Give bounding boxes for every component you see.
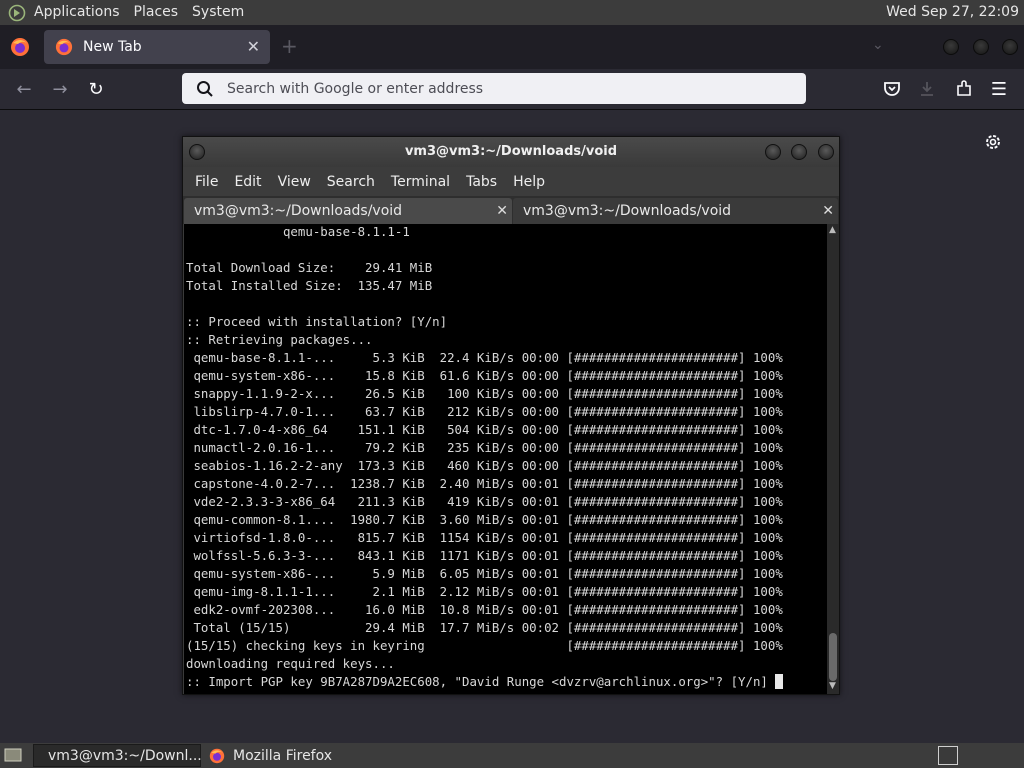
new-tab-button[interactable]: + <box>281 34 298 58</box>
terminal-line: wolfssl-5.6.3-3-... 843.1 KiB 1171 KiB/s… <box>186 548 783 563</box>
close-icon[interactable]: ✕ <box>496 198 508 224</box>
scrollbar-thumb[interactable] <box>829 633 837 681</box>
terminal-maximize-button[interactable] <box>791 144 807 160</box>
terminal-line: qemu-img-8.1.1-1... 2.1 MiB 2.12 MiB/s 0… <box>186 584 783 599</box>
maximize-window-button[interactable] <box>973 39 989 55</box>
forward-button[interactable]: → <box>50 79 70 100</box>
terminal-tab-2[interactable]: vm3@vm3:~/Downloads/void ✕ <box>513 198 838 224</box>
terminal-line: libslirp-4.7.0-1... 63.7 KiB 212 KiB/s 0… <box>186 404 783 419</box>
places-menu[interactable]: Places <box>127 0 186 25</box>
tab-new-tab[interactable]: New Tab ✕ <box>44 30 270 64</box>
terminal-output[interactable]: qemu-base-8.1.1-1 Total Download Size: 2… <box>184 224 827 694</box>
close-icon[interactable]: ✕ <box>822 198 834 224</box>
taskbar-item-firefox[interactable]: Mozilla Firefox <box>203 744 373 767</box>
terminal-tab-1[interactable]: vm3@vm3:~/Downloads/void ✕ <box>184 198 512 224</box>
terminal-tab-label: vm3@vm3:~/Downloads/void <box>194 203 403 219</box>
taskbar-item-label: vm3@vm3:~/Downl... <box>48 747 202 764</box>
terminal-line: qemu-common-8.1.... 1980.7 KiB 3.60 MiB/… <box>186 512 783 527</box>
terminal-line: qemu-system-x86-... 15.8 KiB 61.6 KiB/s … <box>186 368 783 383</box>
terminal-line: qemu-base-8.1.1-... 5.3 KiB 22.4 KiB/s 0… <box>186 350 783 365</box>
menu-view[interactable]: View <box>270 174 319 190</box>
gear-icon[interactable] <box>983 132 1003 152</box>
terminal-window: vm3@vm3:~/Downloads/void File Edit View … <box>182 136 840 695</box>
terminal-line: (15/15) checking keys in keyring [######… <box>186 638 783 653</box>
navigation-toolbar: ← → ↻ ☰ <box>0 69 1024 110</box>
terminal-line: virtiofsd-1.8.0-... 815.7 KiB 1154 KiB/s… <box>186 530 783 545</box>
terminal-tab-bar: vm3@vm3:~/Downloads/void ✕ vm3@vm3:~/Dow… <box>183 196 839 224</box>
terminal-cursor <box>775 674 784 689</box>
taskbar-item-label: Mozilla Firefox <box>233 747 333 764</box>
terminal-line: dtc-1.7.0-4-x86_64 151.1 KiB 504 KiB/s 0… <box>186 422 783 437</box>
window-menu-button[interactable] <box>189 144 205 160</box>
clock[interactable]: Wed Sep 27, 22:09 <box>886 0 1019 25</box>
distro-logo-icon[interactable] <box>7 4 27 22</box>
menu-help[interactable]: Help <box>505 174 553 190</box>
terminal-line: :: Proceed with installation? [Y/n] <box>186 314 448 329</box>
terminal-line: Total Download Size: 29.41 MiB <box>186 260 433 275</box>
terminal-line: :: Import PGP key 9B7A287D9A2EC608, "Dav… <box>186 674 776 689</box>
downloads-icon[interactable] <box>918 80 936 98</box>
terminal-line: Total Installed Size: 135.47 MiB <box>186 278 433 293</box>
workspace-switcher[interactable] <box>938 746 958 765</box>
extensions-icon[interactable] <box>955 80 973 98</box>
terminal-close-button[interactable] <box>818 144 834 160</box>
terminal-line: downloading required keys... <box>186 656 395 671</box>
show-desktop-icon[interactable] <box>4 747 22 763</box>
terminal-title: vm3@vm3:~/Downloads/void <box>404 144 618 159</box>
menu-file[interactable]: File <box>187 174 226 190</box>
taskbar-item-terminal[interactable]: vm3@vm3:~/Downl... <box>33 744 202 767</box>
terminal-line: qemu-system-x86-... 5.9 MiB 6.05 MiB/s 0… <box>186 566 783 581</box>
back-button[interactable]: ← <box>14 79 34 100</box>
menu-terminal[interactable]: Terminal <box>383 174 458 190</box>
terminal-line: Total (15/15) 29.4 MiB 17.7 MiB/s 00:02 … <box>186 620 783 635</box>
search-icon <box>197 80 213 97</box>
firefox-view-icon[interactable] <box>10 37 30 57</box>
scroll-down-icon[interactable]: ▼ <box>829 681 836 691</box>
pocket-icon[interactable] <box>883 80 901 98</box>
system-menu[interactable]: System <box>185 0 251 25</box>
close-tab-icon[interactable]: ✕ <box>247 37 260 56</box>
close-window-button[interactable] <box>1002 39 1018 55</box>
firefox-icon <box>55 38 73 56</box>
terminal-scrollbar[interactable]: ▲ ▼ <box>827 224 839 694</box>
terminal-line: snappy-1.1.9-2-x... 26.5 KiB 100 KiB/s 0… <box>186 386 783 401</box>
terminal-line: qemu-base-8.1.1-1 <box>186 224 410 239</box>
firefox-icon <box>209 748 225 763</box>
terminal-line: seabios-1.16.2-2-any 173.3 KiB 460 KiB/s… <box>186 458 783 473</box>
terminal-line: edk2-ovmf-202308... 16.0 MiB 10.8 MiB/s … <box>186 602 783 617</box>
terminal-line: capstone-4.0.2-7... 1238.7 KiB 2.40 MiB/… <box>186 476 783 491</box>
top-panel: Applications Places System Wed Sep 27, 2… <box>0 0 1024 25</box>
terminal-menubar: File Edit View Search Terminal Tabs Help <box>183 167 839 196</box>
url-bar[interactable] <box>182 73 806 104</box>
terminal-line: :: Retrieving packages... <box>186 332 373 347</box>
browser-tab-strip: New Tab ✕ + ⌄ <box>0 25 1024 69</box>
tab-label: New Tab <box>83 39 142 55</box>
terminal-text: qemu-base-8.1.1-1 Total Download Size: 2… <box>184 224 827 691</box>
list-all-tabs-icon[interactable]: ⌄ <box>872 37 884 53</box>
terminal-titlebar[interactable]: vm3@vm3:~/Downloads/void <box>183 137 839 167</box>
terminal-line: vde2-2.3.3-3-x86_64 211.3 KiB 419 KiB/s … <box>186 494 783 509</box>
menu-edit[interactable]: Edit <box>226 174 269 190</box>
terminal-tab-label: vm3@vm3:~/Downloads/void <box>523 203 732 219</box>
menu-tabs[interactable]: Tabs <box>458 174 505 190</box>
terminal-minimize-button[interactable] <box>765 144 781 160</box>
menu-search[interactable]: Search <box>319 174 383 190</box>
bottom-panel: vm3@vm3:~/Downl... Mozilla Firefox <box>0 743 1024 768</box>
applications-menu[interactable]: Applications <box>27 0 127 25</box>
app-menu-button[interactable]: ☰ <box>989 79 1009 100</box>
scroll-up-icon[interactable]: ▲ <box>829 225 836 235</box>
minimize-window-button[interactable] <box>943 39 959 55</box>
address-input[interactable] <box>227 80 787 97</box>
terminal-line: numactl-2.0.16-1... 79.2 KiB 235 KiB/s 0… <box>186 440 783 455</box>
reload-button[interactable]: ↻ <box>86 79 106 100</box>
